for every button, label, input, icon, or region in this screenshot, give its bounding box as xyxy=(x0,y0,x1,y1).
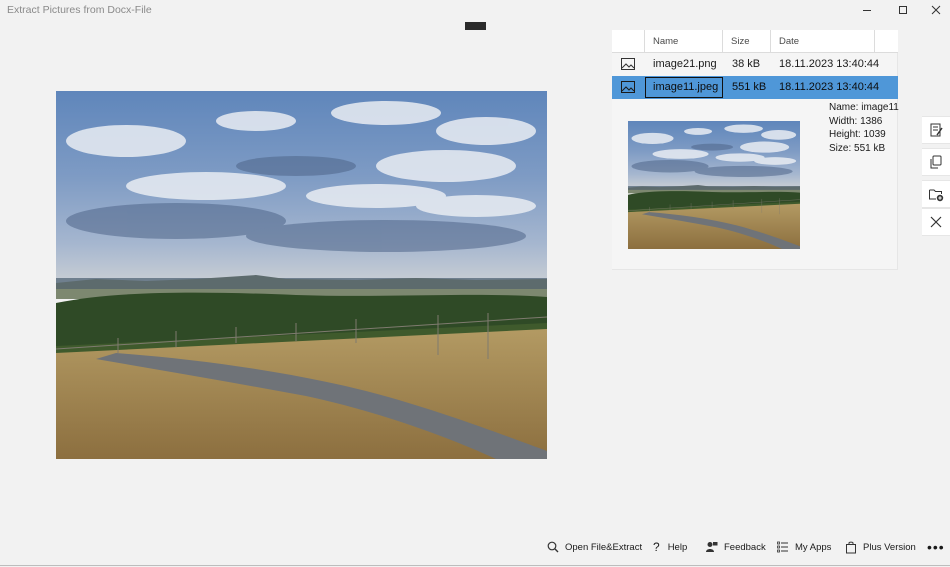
image-file-icon xyxy=(621,81,635,93)
file-size: 38 kB xyxy=(732,58,761,70)
file-date: 18.11.2023 13:40:44 xyxy=(779,81,880,93)
title-bar: Extract Pictures from Docx-File xyxy=(0,0,950,20)
drag-handle[interactable] xyxy=(465,22,486,30)
main-image-preview xyxy=(56,91,547,459)
file-name-focused[interactable]: image11.jpeg xyxy=(645,77,723,98)
save-to-folder-button[interactable] xyxy=(922,180,950,208)
open-file-extract-label: Open File&Extract xyxy=(565,541,643,553)
copy-button[interactable] xyxy=(922,148,950,176)
icon-column-header xyxy=(612,30,645,53)
edit-button[interactable] xyxy=(922,116,950,144)
detail-width: Width: 1386 xyxy=(829,115,883,127)
maximize-icon xyxy=(899,6,907,14)
close-window-button[interactable] xyxy=(928,2,944,18)
open-file-extract-button[interactable]: Open File&Extract xyxy=(547,539,642,555)
maximize-button[interactable] xyxy=(895,2,911,18)
bottom-divider xyxy=(0,565,950,566)
copy-icon xyxy=(930,155,942,169)
file-size: 551 kB xyxy=(732,81,767,93)
column-header-size[interactable]: Size xyxy=(723,30,771,53)
file-name: image21.png xyxy=(653,58,717,70)
thumbnail-preview xyxy=(628,121,800,249)
detail-height: Height: 1039 xyxy=(829,129,886,140)
bottom-app-bar: Open File&Extract ? Help Feedback My App… xyxy=(0,530,950,564)
feedback-label: Feedback xyxy=(724,541,766,553)
my-apps-button[interactable]: My Apps xyxy=(777,539,831,555)
help-button[interactable]: ? Help xyxy=(653,539,687,555)
column-header-date[interactable]: Date xyxy=(771,30,875,53)
list-item[interactable]: image21.png 38 kB 18.11.2023 13:40:44 xyxy=(612,53,898,76)
folder-add-icon xyxy=(929,189,944,202)
file-date: 18.11.2023 13:40:44 xyxy=(779,58,880,70)
shopping-bag-icon xyxy=(846,541,856,553)
minimize-button[interactable] xyxy=(859,2,875,18)
close-icon xyxy=(930,216,942,228)
more-icon: ••• xyxy=(927,539,945,555)
image-details: Name: image11.jpeg Width: 1386 Height: 1… xyxy=(829,101,899,155)
list-header: Name Size Date xyxy=(612,30,898,53)
list-icon xyxy=(777,541,788,553)
list-item-selected[interactable]: image11.jpeg 551 kB 18.11.2023 13:40:44 xyxy=(612,76,898,99)
plus-version-button[interactable]: Plus Version xyxy=(845,539,916,555)
edit-icon xyxy=(930,123,943,137)
window-title: Extract Pictures from Docx-File xyxy=(7,4,152,16)
feedback-button[interactable]: Feedback xyxy=(705,539,766,555)
detail-name: Name: image11.jpeg xyxy=(829,102,899,113)
remove-button[interactable] xyxy=(922,208,950,236)
minimize-icon xyxy=(863,10,871,11)
column-header-name[interactable]: Name xyxy=(645,30,723,53)
search-icon xyxy=(547,541,559,553)
help-label: Help xyxy=(667,541,688,553)
more-button[interactable]: ••• xyxy=(927,539,945,555)
help-icon: ? xyxy=(653,540,660,554)
close-icon xyxy=(931,5,941,15)
my-apps-label: My Apps xyxy=(795,541,832,553)
feedback-icon xyxy=(706,541,718,552)
image-file-icon xyxy=(621,58,635,70)
plus-version-label: Plus Version xyxy=(863,541,916,553)
detail-size: Size: 551 kB xyxy=(829,142,886,154)
